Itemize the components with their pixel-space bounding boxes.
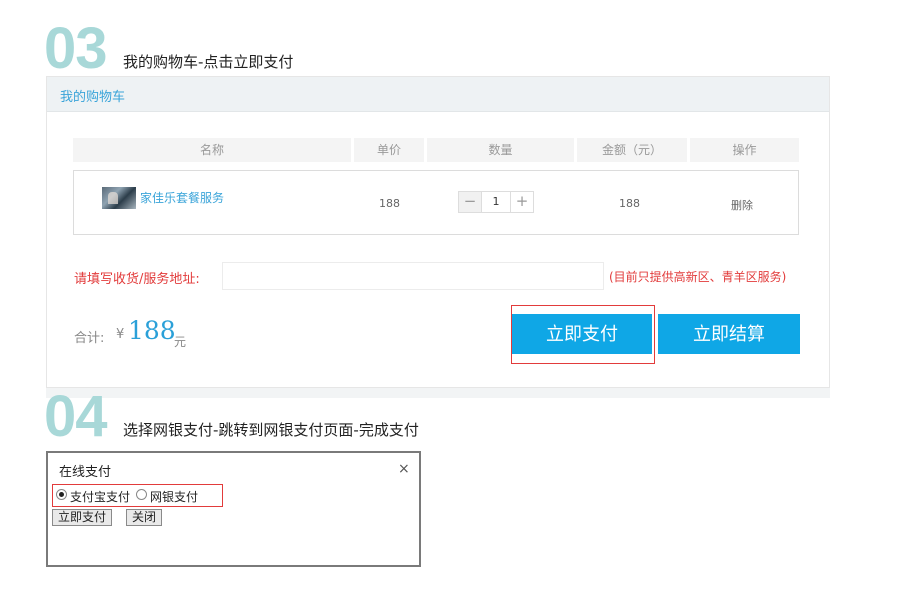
col-header-price: 单价 bbox=[354, 138, 424, 162]
step-title-03: 我的购物车-点击立即支付 bbox=[123, 53, 294, 71]
address-note: (目前只提供高新区、青羊区服务) bbox=[609, 270, 787, 284]
dialog-title: 在线支付 bbox=[59, 465, 112, 480]
quantity-minus-button[interactable]: − bbox=[459, 192, 482, 212]
step-title-04: 选择网银支付-跳转到网银支付页面-完成支付 bbox=[123, 421, 419, 439]
quantity-plus-button[interactable]: + bbox=[510, 192, 533, 212]
product-thumbnail[interactable] bbox=[102, 187, 136, 209]
cart-header-title: 我的购物车 bbox=[60, 90, 126, 105]
col-header-quantity: 数量 bbox=[427, 138, 574, 162]
payment-dialog: 在线支付 × 支付宝支付 网银支付 立即支付 关闭 bbox=[46, 451, 421, 567]
checkout-button[interactable]: 立即结算 bbox=[658, 314, 800, 354]
quantity-stepper: − 1 + bbox=[458, 191, 534, 213]
total-label: 合计: bbox=[74, 331, 105, 346]
delete-link[interactable]: 删除 bbox=[731, 197, 753, 213]
close-icon[interactable]: × bbox=[398, 461, 410, 477]
total-value: 188 bbox=[128, 316, 176, 345]
step-number-04: 04 bbox=[44, 384, 108, 449]
col-header-action: 操作 bbox=[690, 138, 799, 162]
col-header-amount: 金额（元） bbox=[577, 138, 687, 162]
address-input[interactable] bbox=[222, 262, 604, 290]
total-unit: 元 bbox=[174, 335, 187, 349]
item-amount: 188 bbox=[619, 197, 640, 210]
col-header-name: 名称 bbox=[73, 138, 351, 162]
highlight-box-payment-options bbox=[52, 484, 223, 507]
currency-symbol: ¥ bbox=[116, 327, 125, 342]
product-name-link[interactable]: 家佳乐套餐服务 bbox=[140, 189, 224, 206]
quantity-value[interactable]: 1 bbox=[481, 192, 511, 212]
step-number-03: 03 bbox=[44, 16, 108, 81]
item-price: 188 bbox=[379, 197, 400, 210]
dialog-pay-button[interactable]: 立即支付 bbox=[52, 509, 113, 526]
highlight-box-pay-now bbox=[511, 305, 655, 364]
cart-header: 我的购物车 bbox=[47, 77, 829, 112]
address-label: 请填写收货/服务地址: bbox=[74, 272, 200, 287]
dialog-close-button[interactable]: 关闭 bbox=[126, 509, 163, 526]
